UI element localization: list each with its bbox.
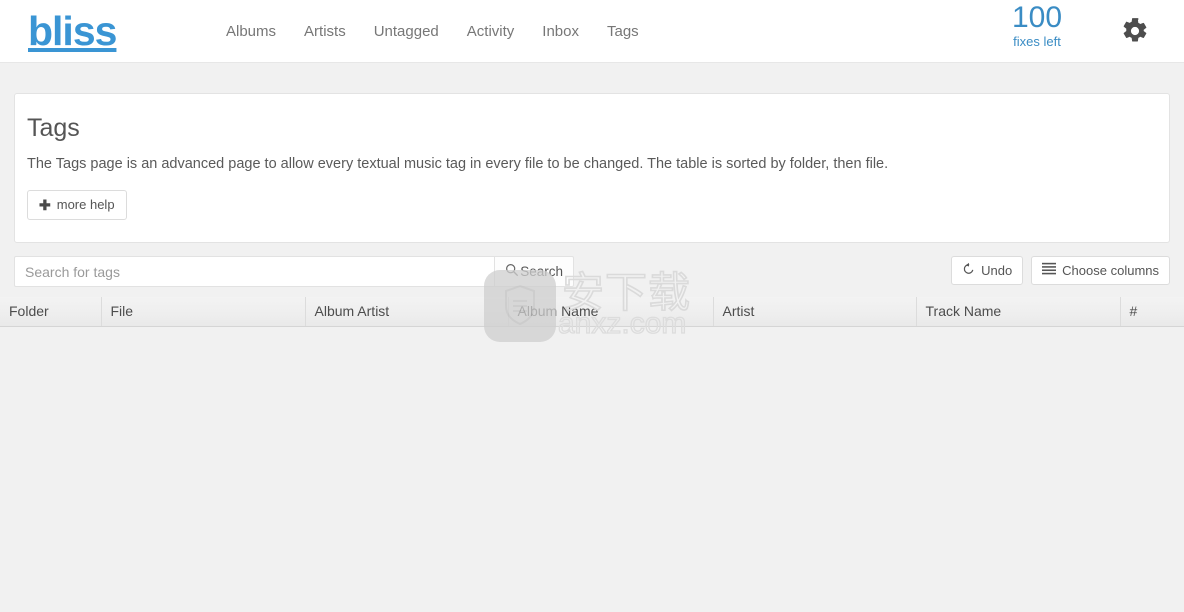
undo-label: Undo [981, 262, 1013, 278]
more-help-label: more help [56, 197, 115, 212]
choose-columns-button[interactable]: Choose columns [1031, 256, 1170, 285]
brand-logo[interactable]: bliss [28, 5, 117, 57]
table-header-row: Folder File Album Artist Album Name Arti… [0, 297, 1184, 327]
column-header-album-name[interactable]: Album Name [508, 297, 714, 327]
page-description: The Tags page is an advanced page to all… [27, 156, 889, 172]
table-toolbar: Undo Choose columns [951, 256, 1170, 285]
settings-button[interactable] [1117, 13, 1153, 49]
nav-item-untagged[interactable]: Untagged [360, 0, 453, 63]
fixes-left-label: fixes left [1013, 34, 1061, 49]
nav-item-tags[interactable]: Tags [593, 0, 653, 63]
fixes-left-indicator[interactable]: 100 fixes left [982, 0, 1092, 50]
gear-icon [1121, 17, 1149, 45]
column-header-artist[interactable]: Artist [713, 297, 917, 327]
tags-info-panel: Tags The Tags page is an advanced page t… [14, 93, 1170, 243]
search-bar: Search [14, 256, 574, 287]
column-header-track-name[interactable]: Track Name [916, 297, 1121, 327]
search-button-label: Search [520, 264, 563, 279]
column-header-file[interactable]: File [101, 297, 306, 327]
column-header-folder[interactable]: Folder [0, 297, 102, 327]
nav-item-activity[interactable]: Activity [453, 0, 529, 63]
search-button[interactable]: Search [494, 256, 574, 287]
choose-columns-label: Choose columns [1062, 262, 1159, 278]
nav-item-albums[interactable]: Albums [212, 0, 290, 63]
column-header-album-artist[interactable]: Album Artist [305, 297, 509, 327]
primary-nav: Albums Artists Untagged Activity Inbox T… [212, 0, 653, 63]
more-help-button[interactable]: ✚ more help [27, 190, 127, 220]
list-icon [1042, 262, 1057, 279]
undo-arrow-icon [962, 262, 975, 279]
plus-icon: ✚ [39, 197, 51, 213]
search-input[interactable] [14, 256, 495, 287]
nav-item-artists[interactable]: Artists [290, 0, 360, 63]
tags-table: Folder File Album Artist Album Name Arti… [0, 297, 1184, 327]
column-header-track-number[interactable]: # [1120, 297, 1184, 327]
search-icon [505, 263, 519, 280]
tags-table-container: Folder File Album Artist Album Name Arti… [0, 297, 1184, 327]
page-title: Tags [27, 114, 80, 142]
top-navbar: bliss Albums Artists Untagged Activity I… [0, 0, 1184, 63]
fixes-left-count: 100 [1011, 1, 1063, 34]
nav-item-inbox[interactable]: Inbox [528, 0, 593, 63]
undo-button[interactable]: Undo [951, 256, 1024, 285]
